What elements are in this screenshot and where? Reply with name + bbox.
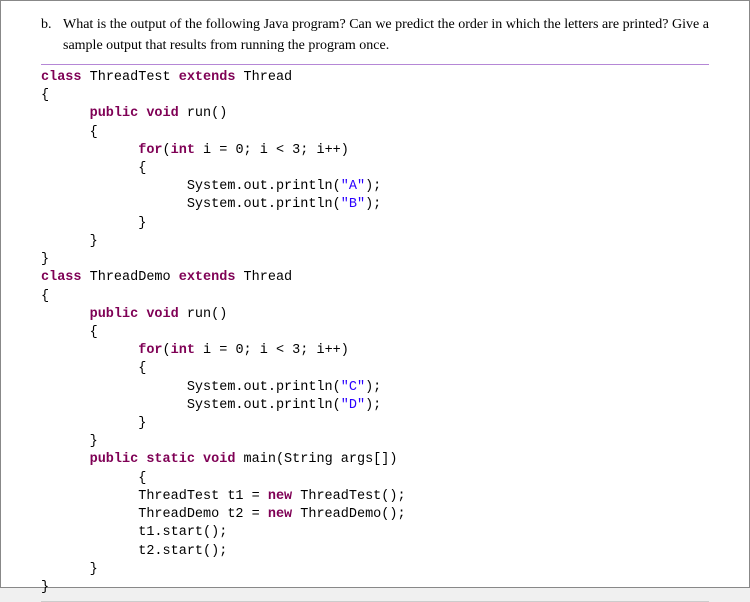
brace: { bbox=[41, 88, 49, 103]
for-rest: i = 0; i < 3; i++) bbox=[195, 343, 349, 358]
indent bbox=[41, 179, 187, 194]
question-block: b. What is the output of the following J… bbox=[41, 15, 709, 56]
semi: ); bbox=[365, 380, 381, 395]
brace: } bbox=[41, 234, 98, 249]
brace: { bbox=[41, 125, 98, 140]
kw-public: public bbox=[90, 106, 139, 121]
brace: } bbox=[41, 252, 49, 267]
stmt: ThreadDemo t2 = bbox=[138, 507, 268, 522]
method-name: run() bbox=[179, 106, 228, 121]
brace: { bbox=[41, 361, 146, 376]
stmt: t1.start(); bbox=[138, 525, 227, 540]
brace: } bbox=[41, 562, 98, 577]
brace: { bbox=[41, 161, 146, 176]
document-page: b. What is the output of the following J… bbox=[0, 0, 750, 588]
indent bbox=[41, 106, 90, 121]
brace: } bbox=[41, 434, 98, 449]
method-name: run() bbox=[179, 307, 228, 322]
kw-for: for bbox=[138, 143, 162, 158]
brace: { bbox=[41, 471, 146, 486]
question-label: b. bbox=[41, 15, 59, 35]
brace: { bbox=[41, 325, 98, 340]
kw-void: void bbox=[138, 307, 179, 322]
kw-public: public bbox=[90, 307, 139, 322]
cls-name: Thread bbox=[235, 70, 292, 85]
kw-extends: extends bbox=[179, 70, 236, 85]
kw-void: void bbox=[138, 106, 179, 121]
indent bbox=[41, 525, 138, 540]
cls-name: ThreadTest bbox=[82, 70, 179, 85]
stmt: t2.start(); bbox=[138, 544, 227, 559]
brace: } bbox=[41, 216, 146, 231]
string-literal: "A" bbox=[341, 179, 365, 194]
kw-class: class bbox=[41, 70, 82, 85]
indent bbox=[41, 343, 138, 358]
indent bbox=[41, 307, 90, 322]
indent bbox=[41, 452, 90, 467]
cls-name: ThreadDemo bbox=[82, 270, 179, 285]
sys-call: System.out.println( bbox=[187, 179, 341, 194]
method-name: main(String args[]) bbox=[235, 452, 397, 467]
kw-extends: extends bbox=[179, 270, 236, 285]
paren: ( bbox=[163, 143, 171, 158]
kw-class: class bbox=[41, 270, 82, 285]
brace: } bbox=[41, 416, 146, 431]
indent bbox=[41, 489, 138, 504]
semi: ); bbox=[365, 398, 381, 413]
brace: { bbox=[41, 289, 49, 304]
paren: ( bbox=[163, 343, 171, 358]
indent bbox=[41, 398, 187, 413]
kw-new: new bbox=[268, 489, 292, 504]
indent bbox=[41, 544, 138, 559]
question-text: What is the output of the following Java… bbox=[63, 15, 709, 56]
semi: ); bbox=[365, 197, 381, 212]
kw-static: static bbox=[138, 452, 195, 467]
indent bbox=[41, 507, 138, 522]
string-literal: "D" bbox=[341, 398, 365, 413]
sys-call: System.out.println( bbox=[187, 398, 341, 413]
cls-name: Thread bbox=[235, 270, 292, 285]
kw-new: new bbox=[268, 507, 292, 522]
semi: ); bbox=[365, 179, 381, 194]
ctor: ThreadDemo(); bbox=[292, 507, 405, 522]
code-top-border bbox=[41, 64, 709, 65]
indent bbox=[41, 143, 138, 158]
stmt: ThreadTest t1 = bbox=[138, 489, 268, 504]
kw-void: void bbox=[195, 452, 236, 467]
indent bbox=[41, 380, 187, 395]
indent bbox=[41, 197, 187, 212]
string-literal: "B" bbox=[341, 197, 365, 212]
kw-int: int bbox=[171, 343, 195, 358]
sys-call: System.out.println( bbox=[187, 197, 341, 212]
string-literal: "C" bbox=[341, 380, 365, 395]
kw-for: for bbox=[138, 343, 162, 358]
ctor: ThreadTest(); bbox=[292, 489, 405, 504]
code-listing: class ThreadTest extends Thread { public… bbox=[41, 67, 709, 602]
sys-call: System.out.println( bbox=[187, 380, 341, 395]
kw-int: int bbox=[171, 143, 195, 158]
for-rest: i = 0; i < 3; i++) bbox=[195, 143, 349, 158]
kw-public: public bbox=[90, 452, 139, 467]
